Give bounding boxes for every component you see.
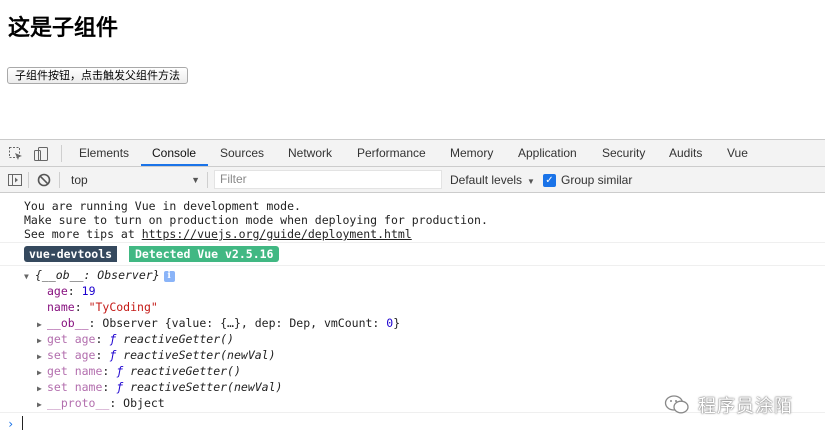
sidebar-toggle-icon[interactable] <box>7 172 23 188</box>
object-property[interactable]: set name: ƒ reactiveSetter(newVal) <box>47 380 282 395</box>
filterbar-divider <box>59 172 60 188</box>
function-icon: ƒ <box>109 332 117 346</box>
console-prompt-icon: › <box>7 417 15 431</box>
console-message-text: See more tips at <box>24 227 142 241</box>
tab-audits[interactable]: Audits <box>669 140 702 167</box>
message-divider <box>0 242 825 243</box>
deployment-guide-link[interactable]: https://vuejs.org/guide/deployment.html <box>142 227 412 241</box>
property-value: 19 <box>81 284 96 298</box>
property-value: Observer {value: {…}, dep: Dep, vmCount: <box>102 316 387 330</box>
watermark-text: 程序员涂陌 <box>698 396 793 417</box>
object-property[interactable]: set age: ƒ reactiveSetter(newVal) <box>47 348 276 363</box>
expand-triangle-icon[interactable]: ▶ <box>37 336 42 345</box>
expand-triangle-icon[interactable]: ▶ <box>37 384 42 393</box>
log-levels-label: Default levels <box>450 173 523 187</box>
vue-devtools-badge: vue-devtools <box>24 246 118 262</box>
child-component-button[interactable]: 子组件按钮，点击触发父组件方法 <box>7 67 188 84</box>
tab-memory[interactable]: Memory <box>450 140 493 167</box>
property-value-end: } <box>393 316 401 330</box>
object-summary[interactable]: {__ob__: Observer} i <box>35 268 175 283</box>
property-sep: : <box>74 300 89 314</box>
dropdown-arrow-icon: ▼ <box>191 175 200 185</box>
property-value: Object <box>123 396 165 410</box>
property-key: set age <box>47 348 96 362</box>
dropdown-arrow-icon: ▼ <box>527 177 535 186</box>
filterbar-divider <box>207 172 208 188</box>
property-sep: : <box>102 364 117 378</box>
wechat-logo-icon <box>664 394 690 416</box>
tab-network[interactable]: Network <box>288 140 332 167</box>
object-property[interactable]: __proto__: Object <box>47 396 165 411</box>
property-key: get name <box>47 364 103 378</box>
function-icon: ƒ <box>109 348 117 362</box>
property-value: reactiveGetter() <box>123 332 234 346</box>
expand-triangle-icon[interactable]: ▶ <box>37 368 42 377</box>
tab-application[interactable]: Application <box>518 140 577 167</box>
expand-triangle-icon[interactable]: ▶ <box>37 320 42 329</box>
tab-sources[interactable]: Sources <box>220 140 264 167</box>
page-title: 这是子组件 <box>8 16 119 41</box>
log-levels-select[interactable]: Default levels ▼ <box>450 171 535 191</box>
message-divider <box>0 265 825 266</box>
property-key: __ob__ <box>47 316 89 330</box>
function-icon: ƒ <box>116 364 124 378</box>
console-message-line: You are running Vue in development mode. <box>24 199 301 213</box>
property-sep: : <box>95 332 110 346</box>
expand-triangle-icon[interactable]: ▼ <box>24 272 29 281</box>
clear-console-icon[interactable] <box>36 172 52 188</box>
tab-vue[interactable]: Vue <box>727 140 748 167</box>
group-similar-checkbox[interactable]: ✓ <box>543 174 556 187</box>
tab-security[interactable]: Security <box>602 140 645 167</box>
property-sep: : <box>95 348 110 362</box>
expand-triangle-icon[interactable]: ▶ <box>37 400 42 409</box>
object-property[interactable]: get age: ƒ reactiveGetter() <box>47 332 234 347</box>
watermark: 程序员涂陌 <box>664 390 793 420</box>
property-sep: : <box>67 284 82 298</box>
property-sep: : <box>109 396 124 410</box>
property-key: __proto__ <box>47 396 110 410</box>
active-tab-indicator <box>141 164 208 166</box>
context-value: top <box>71 173 88 187</box>
object-property: age: 19 <box>47 284 96 299</box>
function-icon: ƒ <box>116 380 124 394</box>
console-input-cursor[interactable] <box>22 416 23 430</box>
tab-performance[interactable]: Performance <box>357 140 426 167</box>
property-key: name <box>47 300 75 314</box>
console-message-line: Make sure to turn on production mode whe… <box>24 213 488 227</box>
device-toolbar-icon[interactable] <box>33 146 49 162</box>
filterbar-divider <box>28 172 29 188</box>
tab-elements[interactable]: Elements <box>79 140 129 167</box>
console-message-line: See more tips at https://vuejs.org/guide… <box>24 227 412 242</box>
detected-vue-badge: Detected Vue v2.5.16 <box>129 246 280 262</box>
object-summary-text: {__ob__: Observer} <box>35 268 160 282</box>
object-property: name: "TyCoding" <box>47 300 158 315</box>
property-value: "TyCoding" <box>88 300 158 314</box>
property-value: reactiveSetter(newVal) <box>123 348 276 362</box>
group-similar-label: Group similar <box>561 173 633 187</box>
devtools-tabbar: Elements Console Sources Network Perform… <box>0 140 825 167</box>
expand-triangle-icon[interactable]: ▶ <box>37 352 42 361</box>
object-property[interactable]: get name: ƒ reactiveGetter() <box>47 364 241 379</box>
property-sep: : <box>102 380 117 394</box>
property-key: get age <box>47 332 96 346</box>
tabbar-divider <box>61 145 62 162</box>
filter-input[interactable]: Filter <box>214 170 442 189</box>
console-filterbar: top ▼ Filter Default levels ▼ ✓ Group sim… <box>0 167 825 193</box>
object-property[interactable]: __ob__: Observer {value: {…}, dep: Dep, … <box>47 316 400 331</box>
property-key: set name <box>47 380 103 394</box>
inspect-element-icon[interactable] <box>8 146 24 162</box>
context-select[interactable]: top ▼ <box>66 171 204 189</box>
info-icon: i <box>163 271 175 282</box>
tab-console[interactable]: Console <box>152 140 196 167</box>
property-value: reactiveSetter(newVal) <box>130 380 283 394</box>
property-key: age <box>47 284 68 298</box>
property-value: reactiveGetter() <box>130 364 241 378</box>
property-sep: : <box>88 316 103 330</box>
